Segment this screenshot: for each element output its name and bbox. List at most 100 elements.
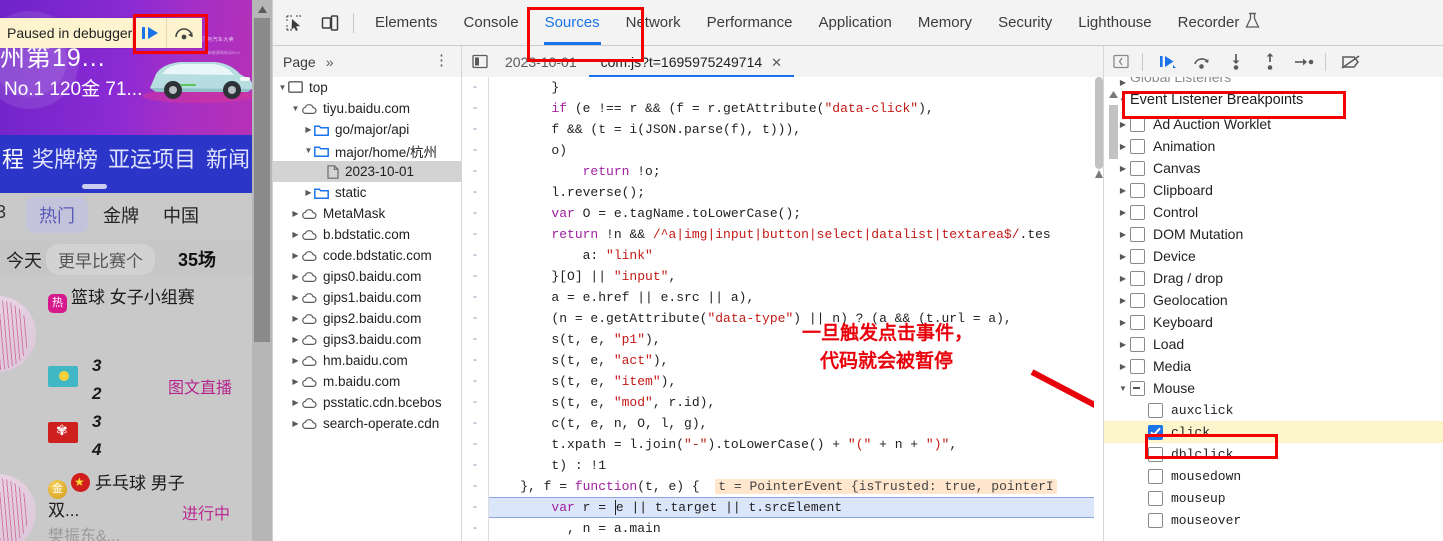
match-card[interactable]: 30 金乒乓球 男子双... 樊振东&... 进行中 [0, 471, 232, 541]
line-marker[interactable]: - [462, 266, 488, 287]
source-code-editor[interactable]: -------------------------- } if (e !== r… [462, 77, 1104, 541]
nav-item-1[interactable]: 奖牌榜 [32, 142, 98, 174]
tree-row[interactable]: ▶ b.bdstatic.com [273, 224, 461, 245]
event-checkbox[interactable] [1148, 402, 1163, 418]
code-line[interactable]: a = e.href || e.src || a), [489, 287, 1094, 308]
tree-row[interactable]: 2023-10-01 [273, 161, 461, 182]
tree-row[interactable]: ▶ MetaMask [273, 203, 461, 224]
step-over-icon[interactable] [166, 18, 200, 48]
page-scrollbar-up-arrow-icon[interactable] [252, 0, 272, 18]
breakpoint-category-row[interactable]: ▶ Device [1104, 245, 1443, 267]
toggle-navigator-sidebar-icon[interactable] [467, 51, 493, 73]
editor-tab-comjs[interactable]: com.js?t=1695975249714 ✕ [588, 47, 795, 77]
breakpoint-category-row[interactable]: ▶ Load [1104, 333, 1443, 355]
tab-sources[interactable]: Sources [532, 1, 613, 45]
tree-row[interactable]: ▼ top [273, 77, 461, 98]
twisty-collapsed-icon[interactable]: ▶ [1116, 142, 1130, 151]
twisty-expanded-icon[interactable]: ▼ [277, 83, 288, 92]
filter-tab-gold[interactable]: 金牌 [103, 202, 139, 228]
line-marker[interactable]: - [462, 434, 488, 455]
step-over-next-function-call-icon[interactable] [1187, 47, 1217, 77]
breakpoint-checkbox[interactable] [1130, 270, 1145, 286]
line-marker[interactable]: - [462, 224, 488, 245]
navigator-menu-dots-icon[interactable]: ⋮ [434, 51, 449, 69]
line-marker[interactable]: - [462, 182, 488, 203]
twisty-collapsed-icon[interactable]: ▶ [1116, 186, 1130, 195]
twisty-collapsed-icon[interactable]: ▶ [1116, 340, 1130, 349]
line-marker[interactable]: - [462, 476, 488, 497]
code-line[interactable]: }, f = function(t, e) { t = PointerEvent… [489, 476, 1094, 497]
line-marker[interactable]: - [462, 308, 488, 329]
twisty-collapsed-icon[interactable]: ▶ [290, 398, 301, 407]
tab-lighthouse[interactable]: Lighthouse [1065, 1, 1164, 45]
event-checkbox[interactable] [1148, 468, 1163, 484]
line-marker[interactable]: - [462, 497, 488, 518]
tree-row[interactable]: ▶ gips0.baidu.com [273, 266, 461, 287]
event-checkbox[interactable] [1148, 512, 1163, 528]
tree-row[interactable]: ▼ tiyu.baidu.com [273, 98, 461, 119]
code-line-executing[interactable]: var r = e || t.target || t.srcElement [489, 497, 1094, 518]
twisty-collapsed-icon[interactable]: ▶ [1116, 78, 1130, 87]
tree-row[interactable]: ▶ m.baidu.com [273, 371, 461, 392]
code-line[interactable]: o) [489, 140, 1094, 161]
breakpoint-category-row[interactable]: ▶ Clipboard [1104, 179, 1443, 201]
step-out-of-current-function-icon[interactable] [1255, 47, 1285, 77]
line-marker[interactable]: - [462, 329, 488, 350]
event-listener-breakpoints-list[interactable]: ▶Global Listeners▼Event Listener Breakpo… [1104, 77, 1443, 531]
tab-application[interactable]: Application [806, 1, 905, 45]
navigator-tab-page[interactable]: Page [273, 54, 316, 70]
breakpoint-category-row[interactable]: ▶ Animation [1104, 135, 1443, 157]
twisty-collapsed-icon[interactable]: ▶ [290, 251, 301, 260]
twisty-expanded-icon[interactable]: ▼ [290, 104, 301, 113]
breakpoint-event-row[interactable]: click [1104, 421, 1443, 443]
twisty-collapsed-icon[interactable]: ▶ [290, 314, 301, 323]
line-marker[interactable]: - [462, 245, 488, 266]
tree-row[interactable]: ▶ gips3.baidu.com [273, 329, 461, 350]
code-line[interactable]: s(t, e, "p1"), [489, 329, 1094, 350]
line-marker[interactable]: - [462, 413, 488, 434]
breakpoint-category-row[interactable]: ▶ Geolocation [1104, 289, 1443, 311]
line-marker[interactable]: - [462, 371, 488, 392]
breakpoint-checkbox[interactable] [1130, 314, 1145, 330]
breakpoint-category-row[interactable]: ▼ Mouse [1104, 377, 1443, 399]
line-marker[interactable]: - [462, 77, 488, 98]
code-line[interactable]: c(t, e, n, O, l, g), [489, 413, 1094, 434]
line-marker[interactable]: - [462, 350, 488, 371]
filter-tab-0[interactable]: 3 [0, 202, 6, 223]
breakpoint-event-row[interactable]: mousedown [1104, 465, 1443, 487]
code-line[interactable]: , n = a.main [489, 518, 1094, 539]
debugger-scrollbar-track[interactable] [1106, 89, 1118, 541]
twisty-collapsed-icon[interactable]: ▶ [1116, 120, 1130, 129]
twisty-collapsed-icon[interactable]: ▶ [1116, 252, 1130, 261]
breakpoint-event-row[interactable]: auxclick [1104, 399, 1443, 421]
code-line[interactable]: var O = e.tagName.toLowerCase(); [489, 203, 1094, 224]
line-marker[interactable]: - [462, 119, 488, 140]
line-marker[interactable]: - [462, 140, 488, 161]
breakpoint-checkbox[interactable] [1130, 160, 1145, 176]
breakpoint-event-row[interactable]: mouseover [1104, 509, 1443, 531]
code-line[interactable]: t.xpath = l.join("-").toLowerCase() + "(… [489, 434, 1094, 455]
twisty-expanded-icon[interactable]: ▼ [1116, 96, 1130, 105]
editor-scrollbar-thumb[interactable] [1095, 77, 1103, 169]
breakpoint-checkbox[interactable] [1130, 204, 1145, 220]
event-checkbox[interactable] [1148, 424, 1163, 440]
event-checkbox[interactable] [1148, 490, 1163, 506]
twisty-collapsed-icon[interactable]: ▶ [1116, 230, 1130, 239]
tab-memory[interactable]: Memory [905, 1, 985, 45]
twisty-expanded-icon[interactable]: ▼ [1116, 384, 1130, 393]
day-today-label[interactable]: 今天 [6, 247, 42, 273]
line-marker[interactable]: - [462, 518, 488, 539]
inspect-element-icon[interactable] [279, 8, 309, 38]
breakpoint-checkbox[interactable] [1130, 292, 1145, 308]
nav-item-0[interactable]: 程 [2, 142, 24, 174]
line-marker[interactable]: - [462, 161, 488, 182]
twisty-collapsed-icon[interactable]: ▶ [290, 209, 301, 218]
breakpoint-checkbox[interactable] [1130, 336, 1145, 352]
breakpoint-category-row[interactable]: ▶ Control [1104, 201, 1443, 223]
twisty-collapsed-icon[interactable]: ▶ [290, 356, 301, 365]
tab-elements[interactable]: Elements [362, 1, 451, 45]
tree-row[interactable]: ▶ hm.baidu.com [273, 350, 461, 371]
twisty-collapsed-icon[interactable]: ▶ [1116, 362, 1130, 371]
editor-tab-2023-10-01[interactable]: 2023-10-01 [493, 47, 589, 77]
breakpoint-checkbox[interactable] [1130, 182, 1145, 198]
